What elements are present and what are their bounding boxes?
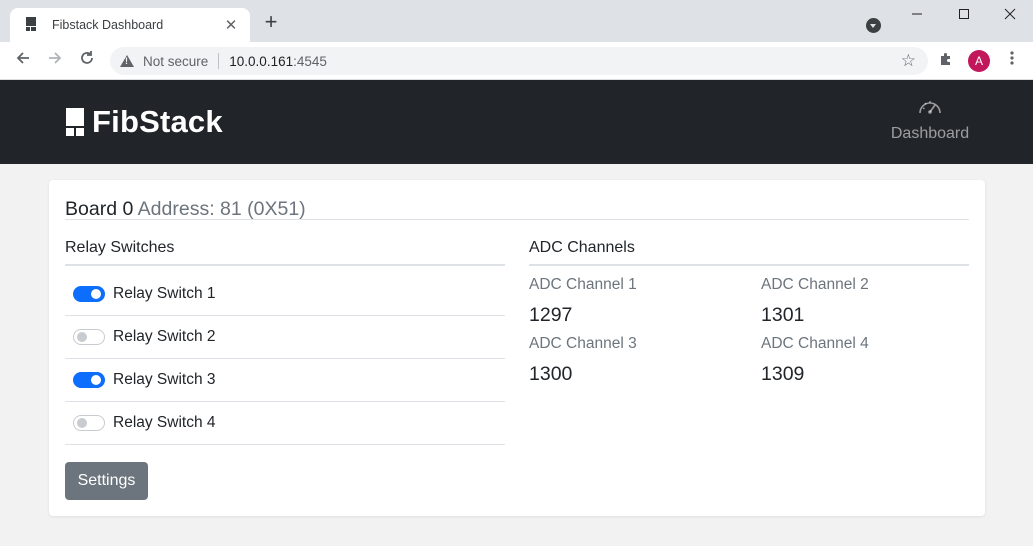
- adc-channel-3-value: 1300: [529, 363, 573, 385]
- relay-switch-1-toggle[interactable]: [73, 286, 105, 302]
- url-host: 10.0.0.161: [229, 53, 294, 69]
- divider: [529, 264, 969, 266]
- adc-section-title: ADC Channels: [529, 239, 635, 256]
- board-address: Address: 81 (0X51): [137, 198, 306, 220]
- adc-channel-2-value: 1301: [761, 304, 805, 326]
- adc-channel-2-name: ADC Channel 2: [761, 276, 869, 293]
- relay-switch-label: Relay Switch 1: [113, 285, 216, 302]
- speedometer-icon: [919, 101, 941, 114]
- adc-channel-4-value: 1309: [761, 363, 805, 385]
- relay-switch-label: Relay Switch 2: [113, 328, 216, 345]
- brand-name: FibStack: [92, 104, 223, 139]
- relay-switch-label: Relay Switch 3: [113, 371, 216, 388]
- not-secure-label: Not secure: [143, 53, 209, 69]
- forward-icon[interactable]: [44, 50, 66, 72]
- browser-menu-icon[interactable]: [1002, 50, 1022, 72]
- adc-channel-4-name: ADC Channel 4: [761, 335, 869, 352]
- favicon-icon: [24, 17, 40, 33]
- new-tab-button[interactable]: +: [260, 11, 282, 34]
- relay-row-4: Relay Switch 4: [65, 402, 505, 445]
- back-icon[interactable]: [12, 50, 34, 72]
- warning-icon: [120, 55, 134, 67]
- maximize-icon[interactable]: [941, 4, 987, 28]
- nav-dashboard[interactable]: Dashboard: [886, 96, 974, 143]
- browser-toolbar: Not secure 10.0.0.161:4545 ☆ A: [0, 42, 1033, 80]
- fibstack-logo-icon: [66, 108, 84, 136]
- tab-close-icon[interactable]: ✕: [222, 16, 240, 34]
- extensions-puzzle-icon[interactable]: [936, 51, 956, 71]
- relay-switch-4-toggle[interactable]: [73, 415, 105, 431]
- close-window-icon[interactable]: [987, 4, 1033, 28]
- browser-tab[interactable]: Fibstack Dashboard ✕: [10, 8, 250, 42]
- browser-tabstrip: Fibstack Dashboard ✕ +: [0, 0, 1033, 42]
- adc-channel-1-value: 1297: [529, 304, 573, 326]
- board-card: Board 0 Address: 81 (0X51) Relay Switche…: [49, 180, 985, 516]
- tab-search-icon[interactable]: [866, 18, 881, 33]
- minimize-icon[interactable]: [894, 4, 940, 28]
- relay-row-3: Relay Switch 3: [65, 359, 505, 402]
- adc-channel-1-name: ADC Channel 1: [529, 276, 637, 293]
- settings-button[interactable]: Settings: [65, 462, 148, 500]
- relay-switch-2-toggle[interactable]: [73, 329, 105, 345]
- relay-row-2: Relay Switch 2: [65, 316, 505, 359]
- relay-section-title: Relay Switches: [65, 239, 175, 256]
- app-navbar: FibStack Dashboard: [0, 80, 1033, 164]
- profile-avatar[interactable]: A: [968, 50, 990, 72]
- board-name: Board 0: [65, 198, 134, 220]
- divider: [65, 264, 505, 266]
- brand-link[interactable]: FibStack: [66, 104, 223, 140]
- bookmark-star-icon[interactable]: ☆: [901, 51, 916, 71]
- adc-channel-3-name: ADC Channel 3: [529, 335, 637, 352]
- relay-switch-3-toggle[interactable]: [73, 372, 105, 388]
- board-title: Board 0 Address: 81 (0X51): [65, 198, 969, 220]
- relay-switch-label: Relay Switch 4: [113, 414, 216, 431]
- relay-row-1: Relay Switch 1: [65, 273, 505, 316]
- reload-icon[interactable]: [76, 50, 98, 72]
- address-bar[interactable]: Not secure 10.0.0.161:4545 ☆: [110, 47, 928, 75]
- tab-title: Fibstack Dashboard: [52, 18, 164, 32]
- divider: [65, 219, 969, 220]
- url-port: :4545: [293, 53, 327, 69]
- url-separator: [218, 53, 220, 69]
- nav-dashboard-label: Dashboard: [890, 125, 970, 142]
